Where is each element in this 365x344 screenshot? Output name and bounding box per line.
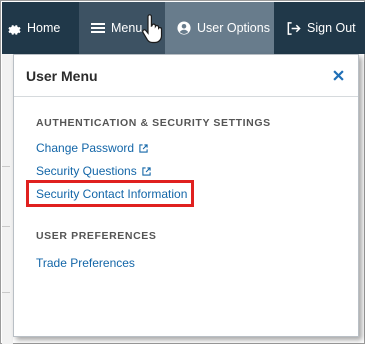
user-circle-icon	[177, 21, 191, 35]
security-questions-link[interactable]: Security Questions	[36, 164, 151, 178]
nav-home[interactable]: Home	[2, 2, 79, 54]
background-divider	[2, 292, 10, 293]
hand-pointer-icon	[141, 14, 163, 47]
external-link-icon	[142, 166, 151, 176]
background-divider	[2, 226, 10, 227]
nav-sign-out-label: Sign Out	[307, 21, 356, 35]
nav-menu[interactable]: Menu	[79, 2, 165, 54]
nav-user-options-label: User Options	[197, 21, 270, 35]
user-menu-header: User Menu	[14, 55, 358, 97]
hamburger-icon	[91, 22, 105, 34]
security-questions-label: Security Questions	[36, 164, 137, 178]
nav-menu-label: Menu	[111, 21, 143, 35]
screenshot-frame: Home Menu User Options Sign Out User Men…	[0, 0, 365, 344]
user-menu-panel: User Menu AUTHENTICATION & SECURITY SETT…	[13, 54, 359, 337]
section-heading-user-preferences: USER PREFERENCES	[36, 230, 157, 242]
trade-preferences-link[interactable]: Trade Preferences	[36, 256, 135, 270]
close-icon[interactable]	[330, 68, 346, 84]
gear-icon	[8, 22, 21, 35]
nav-user-options[interactable]: User Options	[165, 2, 274, 54]
change-password-label: Change Password	[36, 141, 135, 155]
top-navbar: Home Menu User Options Sign Out	[2, 2, 365, 54]
nav-home-label: Home	[27, 21, 61, 35]
background-page-edge	[2, 54, 13, 344]
trade-preferences-label: Trade Preferences	[36, 256, 135, 270]
highlight-annotation	[26, 180, 194, 207]
nav-sign-out[interactable]: Sign Out	[274, 2, 365, 54]
background-divider	[2, 166, 10, 167]
user-menu-title: User Menu	[26, 67, 98, 84]
section-heading-authentication: AUTHENTICATION & SECURITY SETTINGS	[36, 117, 271, 129]
external-link-icon	[139, 143, 148, 153]
change-password-link[interactable]: Change Password	[36, 141, 148, 155]
sign-out-icon	[286, 21, 301, 36]
